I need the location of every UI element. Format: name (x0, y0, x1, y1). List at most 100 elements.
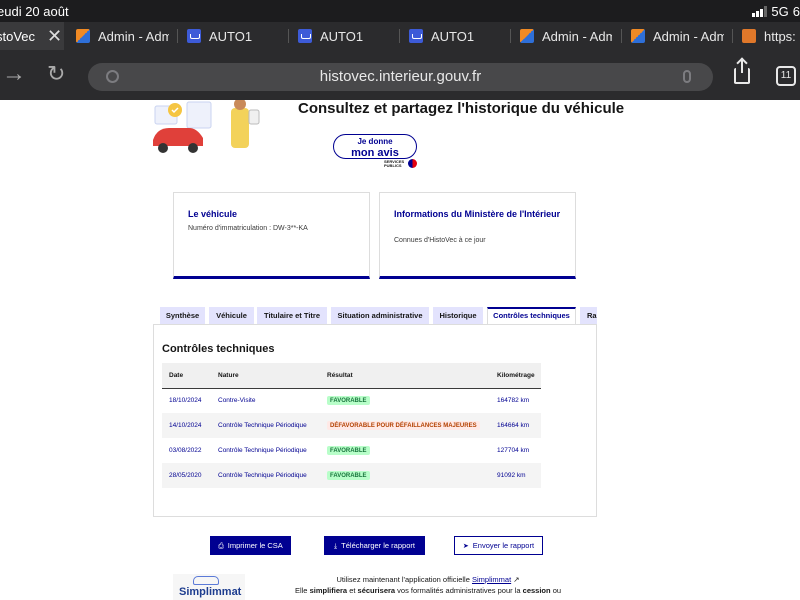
search-icon (106, 70, 119, 83)
simplimmat-link[interactable]: Simplimmat (472, 575, 511, 584)
tab-label: AUTO1 (431, 28, 475, 44)
status-badge: FAVORABLE (327, 471, 370, 480)
status-badge: FAVORABLE (327, 446, 370, 455)
column-header-nature: Nature (211, 363, 320, 389)
network-label: 5G (771, 4, 789, 19)
browser-toolbar: → ↻ histovec.interieur.gouv.fr 11 (0, 50, 800, 100)
tab-divider (399, 29, 400, 43)
tab-divider (732, 29, 733, 43)
card-title: Le véhicule (188, 209, 238, 219)
send-icon: ➤ (462, 543, 469, 550)
tab-divider (177, 29, 178, 43)
feedback-label-line2: mon avis (351, 147, 399, 159)
tab-label: Admin - Adm (542, 28, 612, 44)
tab-titulaire[interactable]: Titulaire et Titre (257, 307, 327, 324)
technical-inspections-panel: Contrôles techniques Date Nature Résulta… (153, 324, 597, 517)
tab-label: Admin - Adm (653, 28, 724, 44)
print-csa-button[interactable]: ⎙ Imprimer le CSA (210, 536, 291, 555)
vehicle-card: Le véhicule Numéro d'immatriculation : D… (173, 192, 370, 279)
cell-mileage: 164782 km (497, 397, 530, 405)
column-header-date: Date (162, 363, 211, 389)
browser-tab-https[interactable]: https: (742, 22, 800, 50)
table-row: 28/05/2020 Contrôle Technique Périodique… (162, 463, 541, 488)
tab-label: AUTO1 (209, 28, 253, 44)
promo-text: et (349, 586, 356, 595)
send-report-button[interactable]: ➤ Envoyer le rapport (454, 536, 543, 555)
microphone-icon[interactable] (683, 70, 691, 83)
status-time: eudi 20 août (0, 4, 69, 19)
cell-date: 03/08/2022 (169, 447, 202, 454)
services-publics-text: PUBLICS (384, 163, 402, 168)
tab-divider (510, 29, 511, 43)
browser-tab-histovec[interactable]: stoVec ✕ (0, 22, 64, 50)
browser-tab-admin[interactable]: Admin - Adm (520, 22, 612, 50)
simplimmat-promo: Utilisez maintenant l'application offici… (262, 574, 594, 596)
tab-label: AUTO1 (320, 28, 364, 44)
promo-text-bold: simplifiera (309, 586, 348, 595)
card-text: Connues d'HistoVec à ce jour (394, 237, 486, 244)
plus-icon (408, 159, 417, 168)
admin-favicon-icon (520, 29, 534, 43)
promo-text-bold: cession (522, 586, 551, 595)
table-header-row: Date Nature Résultat Kilométrage (162, 363, 541, 389)
promo-line-2: Elle simplifiera et sécurisera vos forma… (262, 585, 594, 596)
button-label: Envoyer le rapport (472, 541, 535, 550)
auto1-favicon-icon (409, 29, 423, 43)
browser-tab-admin[interactable]: Admin - Adm (631, 22, 724, 50)
simplimmat-logo[interactable]: Simplimmat (173, 574, 245, 600)
page-title: Consultez et partagez l'historique du vé… (298, 100, 625, 117)
simplimmat-logo-text: Simplimmat (179, 586, 242, 598)
promo-line-1: Utilisez maintenant l'application offici… (262, 574, 594, 585)
card-text: Numéro d'immatriculation : DW-3**-KA (188, 225, 308, 232)
cell-mileage: 91092 km (490, 463, 541, 488)
tab-divider (621, 29, 622, 43)
url-text: histovec.interieur.gouv.fr (319, 68, 482, 85)
forward-arrow-icon[interactable]: → (2, 62, 26, 86)
ministry-info-card: Informations du Ministère de l'Intérieur… (379, 192, 576, 279)
column-header-result: Résultat (320, 363, 490, 389)
status-bar: eudi 20 août 5G 6 (0, 0, 800, 22)
admin-favicon-icon (631, 29, 645, 43)
reload-icon[interactable]: ↻ (47, 63, 65, 85)
cell-nature: Contre-Visite (218, 397, 256, 405)
give-feedback-button[interactable]: Je donne mon avis (333, 134, 417, 159)
button-label: Télécharger le rapport (341, 541, 415, 550)
promo-text: Utilisez maintenant l'application offici… (336, 575, 470, 584)
button-label: Imprimer le CSA (227, 541, 283, 550)
inspections-table: Date Nature Résultat Kilométrage 18/10/2… (162, 363, 541, 488)
card-title: Informations du Ministère de l'Intérieur (394, 209, 561, 219)
car-illustration (145, 100, 270, 155)
browser-tab-auto1[interactable]: AUTO1 (187, 22, 287, 50)
cell-date: 28/05/2020 (162, 463, 211, 488)
cell-mileage: 164664 km (490, 413, 541, 438)
table-row: 03/08/2022 Contrôle Technique Périodique… (162, 438, 541, 463)
tab-rapport[interactable]: Ra (580, 307, 597, 324)
tab-historique[interactable]: Historique (433, 307, 483, 324)
share-icon[interactable] (734, 59, 750, 84)
tab-synthese[interactable]: Synthèse (160, 307, 205, 324)
tab-situation-administrative[interactable]: Situation administrative (331, 307, 429, 324)
browser-tab-auto1[interactable]: AUTO1 (409, 22, 509, 50)
cell-result: FAVORABLE (320, 463, 490, 488)
tab-label: https: (764, 28, 796, 44)
battery-label: 6 (792, 4, 800, 19)
browser-tab-admin[interactable]: Admin - Adm (76, 22, 169, 50)
cell-mileage: 127704 km (497, 447, 530, 454)
close-tab-icon[interactable]: ✕ (47, 27, 62, 45)
status-indicators: 5G 6 (752, 4, 800, 19)
browser-tab-auto1[interactable]: AUTO1 (298, 22, 398, 50)
cell-date: 18/10/2024 (169, 397, 202, 405)
tab-vehicule[interactable]: Véhicule (209, 307, 254, 324)
tab-label: Admin - Adm (98, 28, 169, 44)
feedback-label-line1: Je donne (357, 137, 393, 146)
download-icon: ⤓ (334, 543, 338, 550)
auto1-favicon-icon (187, 29, 201, 43)
promo-text: ou (552, 586, 562, 595)
promo-text: vos formalités administratives pour la (397, 586, 521, 595)
page-content: Consultez et partagez l'historique du vé… (0, 100, 800, 600)
address-bar[interactable]: histovec.interieur.gouv.fr (88, 63, 713, 91)
tab-controles-techniques[interactable]: Contrôles techniques (487, 307, 576, 325)
status-badge: FAVORABLE (327, 396, 370, 406)
tab-count-button[interactable]: 11 (776, 66, 796, 86)
download-report-button[interactable]: ⤓ Télécharger le rapport (324, 536, 425, 555)
